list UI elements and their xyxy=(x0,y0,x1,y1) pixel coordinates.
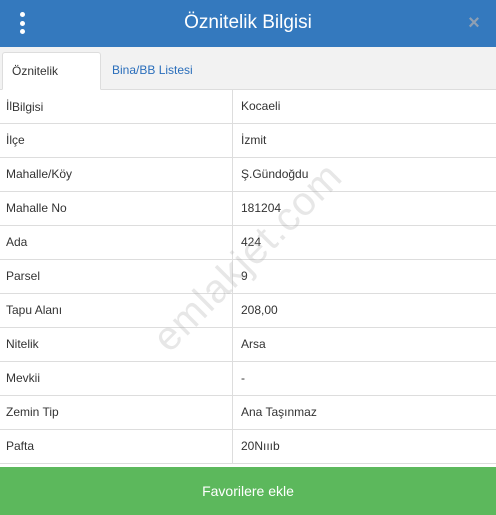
table-row: Zemin Tip Ana Taşınmaz xyxy=(0,396,496,430)
table-row: İlçe İzmit xyxy=(0,124,496,158)
attribute-key: Ada xyxy=(0,226,233,259)
close-icon[interactable]: × xyxy=(464,11,484,35)
attribute-key: Zemin Tip xyxy=(0,396,233,429)
attribute-value: 208,00 xyxy=(241,303,278,317)
dialog-title: Öznitelik Bilgisi xyxy=(184,12,312,33)
dialog-header: Öznitelik Bilgisi × xyxy=(0,0,496,47)
table-row: Parsel 9 xyxy=(0,260,496,294)
table-row: Pafta 20Nıııb xyxy=(0,430,496,464)
attribute-key: Nitelik xyxy=(0,328,233,361)
attribute-key: Parsel xyxy=(0,260,233,293)
table-row: Mevkii - xyxy=(0,362,496,396)
attribute-value: Kocaeli xyxy=(241,99,281,113)
table-row: Ada 424 xyxy=(0,226,496,260)
add-to-favorites-button[interactable]: Favorilere ekle xyxy=(0,467,496,515)
attribute-value: Arsa xyxy=(241,337,266,351)
attribute-value: Ana Taşınmaz xyxy=(241,405,317,419)
attribute-key: Tapu Alanı xyxy=(0,294,233,327)
attribute-key: İl xyxy=(0,90,233,123)
table-row: Tapu Alanı 208,00 xyxy=(0,294,496,328)
attribute-key: Mahalle No xyxy=(0,192,233,225)
tab-attribute-info[interactable]: Öznitelik Bilgisi xyxy=(2,52,101,114)
attribute-value: 9 xyxy=(241,269,248,283)
attribute-value: 20Nıııb xyxy=(241,439,280,453)
tab-bar: Öznitelik Bilgisi Bina/BB Listesi xyxy=(0,47,496,114)
table-row: İl Kocaeli xyxy=(0,90,496,124)
attribute-value: 424 xyxy=(241,235,262,249)
attribute-key: Pafta xyxy=(0,430,233,463)
attribute-key: Mahalle/Köy xyxy=(0,158,233,191)
attribute-table: İl Kocaeli İlçe İzmit Mahalle/Köy Ş.Günd… xyxy=(0,90,496,464)
attribute-key: Mevkii xyxy=(0,362,233,395)
tab-building-list[interactable]: Bina/BB Listesi xyxy=(103,52,202,90)
attribute-value: 181204 xyxy=(241,201,282,215)
attribute-value: İzmit xyxy=(241,133,267,147)
attribute-value: Ş.Gündoğdu xyxy=(241,167,309,181)
table-row: Mahalle No 181204 xyxy=(0,192,496,226)
attribute-value: - xyxy=(241,371,245,385)
attribute-key: İlçe xyxy=(0,124,233,157)
table-row: Nitelik Arsa xyxy=(0,328,496,362)
table-row: Mahalle/Köy Ş.Gündoğdu xyxy=(0,158,496,192)
